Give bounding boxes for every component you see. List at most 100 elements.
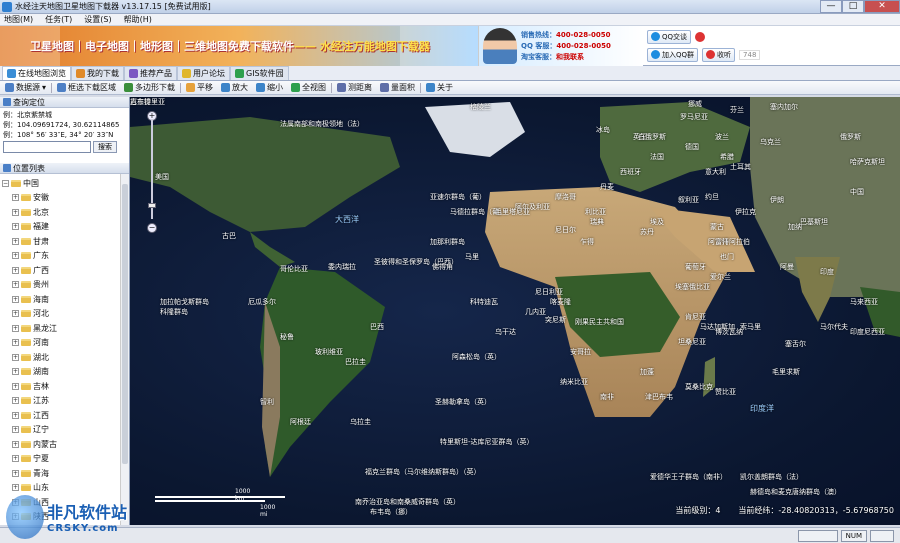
expand-icon[interactable]: + [12,440,19,448]
scale-km-line [155,496,285,498]
promo-banner[interactable]: 卫星地图｜电子地图｜地形图｜三维地图免费下载软件—— 水经注万能地图下载器 [0,26,478,66]
expand-icon[interactable]: + [12,411,19,419]
menu-help[interactable]: 帮助(H) [124,14,152,25]
map-view[interactable]: 法属南部和南极领地（法） 格陵兰 冰岛 挪威 芬兰 俄罗斯 美国 大西洋 印度洋 古巴 委内瑞拉 哥伦… [130,97,900,525]
close-button[interactable]: ✕ [864,0,900,13]
join-qq-group-button[interactable]: 加入QQ群 [647,47,699,62]
title-bar: 水经注天地图卫星地图下载器 v13.17.15 [免费试用版] — □ ✕ [0,0,900,14]
expand-icon[interactable]: + [12,295,19,303]
expand-icon[interactable]: + [12,469,19,477]
tab-4[interactable]: 用户论坛 [177,66,230,80]
expand-icon[interactable]: + [12,252,19,260]
tree-node-province[interactable]: + 黑龙江 [2,321,118,336]
expand-icon[interactable]: + [12,397,19,405]
map-label: 毛里求斯 [772,368,800,376]
map-label: 印度尼西亚 [850,328,885,336]
query-example-1: 例：北京紫禁城 [3,111,52,119]
expand-icon[interactable]: + [12,426,19,434]
tree-node-province[interactable]: + 内蒙古 [2,437,118,452]
tree-node-province[interactable]: + 湖北 [2,350,118,365]
folder-icon [21,440,31,448]
tree-node-province[interactable]: + 宁夏 [2,452,118,467]
zoom-in-tool-button[interactable]: 放大 [218,82,251,94]
central-america-shape [250,232,295,267]
map-label: 摩洛哥 [555,193,576,201]
menu-map[interactable]: 地图(M) [4,14,33,25]
pan-button[interactable]: 平移 [183,82,216,94]
expand-icon[interactable]: + [12,208,19,216]
tree-scrollbar[interactable] [120,174,129,525]
qq-chat-button[interactable]: QQ交谈 [647,29,692,44]
tree-node-province[interactable]: + 广西 [2,263,118,278]
expand-icon[interactable]: + [12,223,19,231]
zoom-out-tool-button[interactable]: 缩小 [253,82,286,94]
collapse-icon[interactable]: − [2,179,9,187]
tab-1[interactable]: 在线地图浏览 [2,66,71,80]
expand-icon[interactable]: + [12,339,19,347]
tree-node-province[interactable]: + 贵州 [2,278,118,293]
expand-icon[interactable]: + [12,368,19,376]
full-view-button[interactable]: 全视图 [288,82,329,94]
menu-task[interactable]: 任务(T) [45,14,72,25]
taobao-value[interactable]: 和我联系 [556,53,584,61]
zoom-out-button[interactable]: − [147,223,157,233]
listen-button[interactable]: 收听 [702,47,736,62]
tree-node-province[interactable]: + 福建 [2,220,118,235]
tab-2[interactable]: 我的下载 [71,66,124,80]
expand-icon[interactable]: + [12,455,19,463]
tree-node-province[interactable]: + 江苏 [2,394,118,409]
expand-icon[interactable]: + [12,194,19,202]
search-button[interactable]: 搜索 [93,141,117,153]
zoom-control[interactable]: + − [146,111,158,233]
expand-icon[interactable]: + [12,310,19,318]
weibo-icon[interactable] [695,31,706,42]
tree-node-province[interactable]: + 辽宁 [2,423,118,438]
tree-node-province[interactable]: + 吉林 [2,379,118,394]
location-search-input[interactable] [3,141,91,153]
tree-node-root[interactable]: − 中国 [2,176,118,191]
maximize-button[interactable]: □ [842,0,864,13]
rect-download-icon [57,83,67,92]
datasource-icon [5,83,14,92]
map-label: 圣赫勒拿岛（英） [435,398,491,406]
menu-settings[interactable]: 设置(S) [84,14,111,25]
map-label: 巴基斯坦 [800,218,828,226]
map-label: 秘鲁 [280,333,294,341]
expand-icon[interactable]: + [12,281,19,289]
rect-download-button[interactable]: 框选下载区域 [54,82,119,94]
tree-node-province[interactable]: + 广东 [2,249,118,264]
folder-icon [21,237,31,245]
about-button[interactable]: 关于 [423,82,456,94]
tree-node-province[interactable]: + 河北 [2,307,118,322]
expand-icon[interactable]: + [12,324,19,332]
datasource-button[interactable]: 数据源 ▾ [2,82,49,94]
expand-icon[interactable]: + [12,353,19,361]
map-label: 赞比亚 [715,388,736,396]
folder-icon [21,455,31,463]
folder-icon [21,382,31,390]
tree-node-province[interactable]: + 青海 [2,466,118,481]
tab-5[interactable]: GIS软件园 [230,66,289,80]
expand-icon[interactable]: + [12,382,19,390]
expand-icon[interactable]: + [12,266,19,274]
tree-node-province[interactable]: + 江西 [2,408,118,423]
map-label: 特里斯坦-达库尼亚群岛（英） [440,438,534,446]
polygon-download-button[interactable]: 多边形下载 [121,82,178,94]
tree-node-province[interactable]: + 北京 [2,205,118,220]
tree-node-province[interactable]: + 河南 [2,336,118,351]
map-label: 瑞典 [590,218,604,226]
measure-area-button[interactable]: 量面积 [377,82,418,94]
zoom-slider-handle[interactable] [148,203,156,208]
minimize-button[interactable]: — [820,0,842,13]
expand-icon[interactable]: + [12,237,19,245]
tree-node-province[interactable]: + 安徽 [2,191,118,206]
tab-3[interactable]: 推荐产品 [124,66,177,80]
tree-node-province[interactable]: + 海南 [2,292,118,307]
map-label: 肯尼亚 [685,313,706,321]
measure-distance-button[interactable]: 测距离 [334,82,375,94]
map-label: 乌干达 [495,328,516,336]
tree-node-province[interactable]: + 甘肃 [2,234,118,249]
scrollbar-thumb[interactable] [122,184,128,464]
folder-icon [21,339,31,347]
tree-node-province[interactable]: + 湖南 [2,365,118,380]
